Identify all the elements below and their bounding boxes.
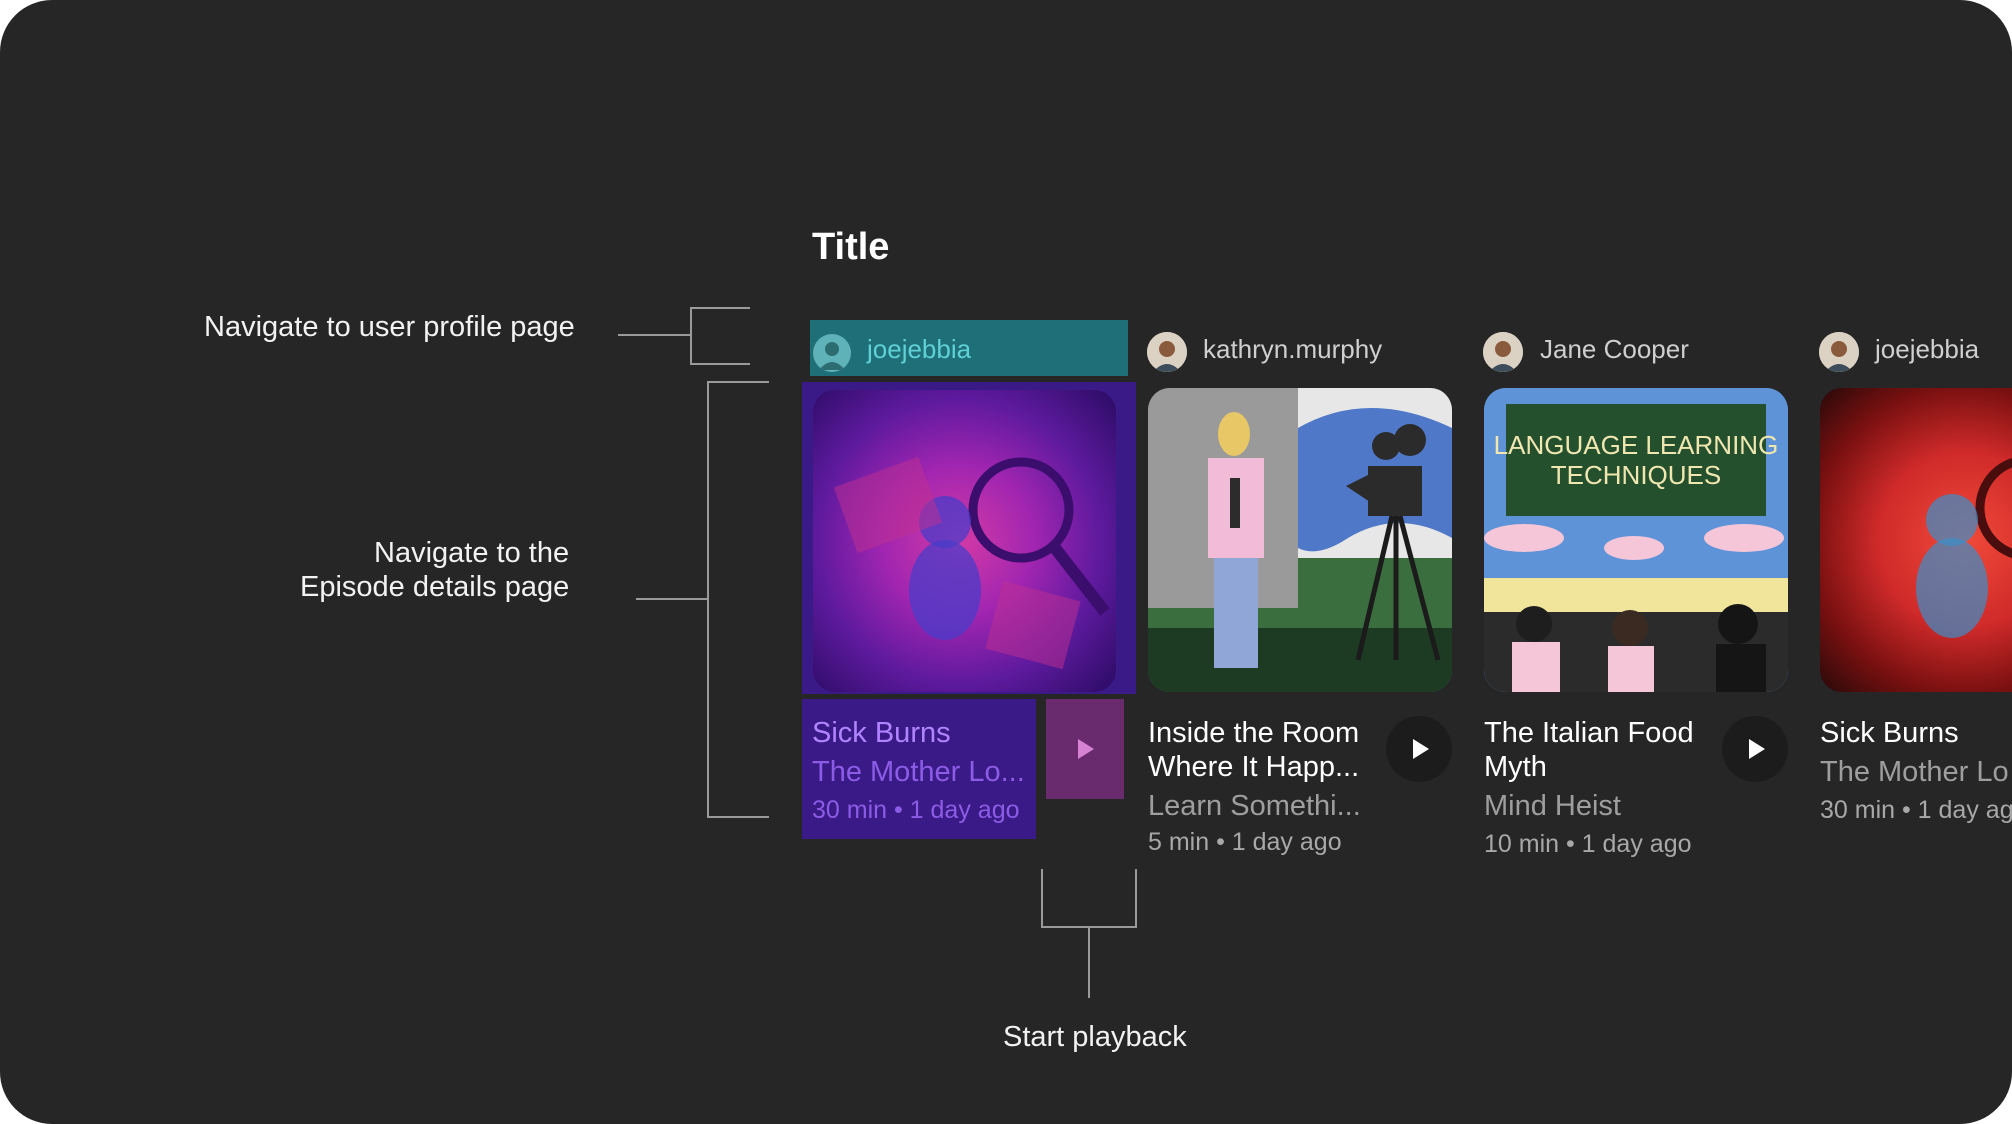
play-icon	[1413, 739, 1429, 759]
card-3-art-text-line2: TECHNIQUES	[1551, 460, 1721, 490]
card-3-show: Mind Heist	[1484, 790, 1621, 822]
card-3-art-text-line1: LANGUAGE LEARNING	[1494, 430, 1779, 460]
card-2-artwork[interactable]	[1148, 388, 1452, 692]
card-2-meta: 5 min • 1 day ago	[1148, 828, 1342, 856]
section-title: Title	[812, 226, 890, 268]
card-1-meta: 30 min • 1 day ago	[812, 796, 1020, 824]
card-3-play-button[interactable]	[1722, 716, 1788, 782]
card-3-title-line2[interactable]: Myth	[1484, 750, 1547, 784]
annotation-profile: Navigate to user profile page	[204, 311, 575, 343]
bracket-line	[636, 598, 708, 600]
card-4-meta: 30 min • 1 day ag	[1820, 796, 2012, 824]
card-1-show: The Mother Lo...	[812, 756, 1025, 788]
card-2-title-line2[interactable]: Where It Happ...	[1148, 750, 1359, 784]
card-3-meta: 10 min • 1 day ago	[1484, 830, 1692, 858]
avatar-icon[interactable]	[1819, 332, 1859, 372]
avatar-icon	[813, 334, 851, 372]
bracket-line	[707, 381, 769, 383]
avatar-icon[interactable]	[1483, 332, 1523, 372]
annotation-episode-line2: Episode details page	[300, 571, 570, 603]
bracket-line	[690, 363, 750, 365]
bracket-line	[707, 381, 709, 818]
bracket-line	[707, 816, 769, 818]
card-3-username[interactable]: Jane Cooper	[1540, 334, 1689, 365]
card-4-artwork[interactable]	[1820, 388, 2012, 692]
play-icon	[1078, 739, 1094, 759]
bracket-line	[1088, 926, 1090, 998]
card-2-play-button[interactable]	[1386, 716, 1452, 782]
card-4-title[interactable]: Sick Burns	[1820, 716, 1959, 750]
bracket-line	[690, 307, 750, 309]
bracket-line	[1135, 869, 1137, 927]
bracket-line	[1041, 869, 1043, 927]
annotation-playback: Start playback	[1003, 1021, 1187, 1053]
card-4-username[interactable]: joejebbia	[1875, 334, 1979, 365]
play-icon	[1749, 739, 1765, 759]
card-1-artwork[interactable]	[813, 390, 1116, 692]
card-4-show: The Mother Lo	[1820, 756, 2009, 788]
card-2-title-line1[interactable]: Inside the Room	[1148, 716, 1359, 750]
card-2-username[interactable]: kathryn.murphy	[1203, 334, 1382, 365]
card-3-artwork[interactable]: LANGUAGE LEARNING TECHNIQUES	[1484, 388, 1788, 692]
app-frame: Title Navigate to user profile page Navi…	[0, 0, 2012, 1124]
card-1-title: Sick Burns	[812, 717, 951, 749]
card-3-title-line1[interactable]: The Italian Food	[1484, 716, 1694, 750]
bracket-line	[618, 334, 690, 336]
card-2-show: Learn Somethi...	[1148, 790, 1361, 822]
card-1-play-button[interactable]	[1046, 699, 1124, 799]
annotation-episode-line1: Navigate to the	[374, 537, 570, 569]
bracket-line	[690, 307, 692, 365]
card-1-username: joejebbia	[867, 334, 972, 364]
avatar-icon[interactable]	[1147, 332, 1187, 372]
